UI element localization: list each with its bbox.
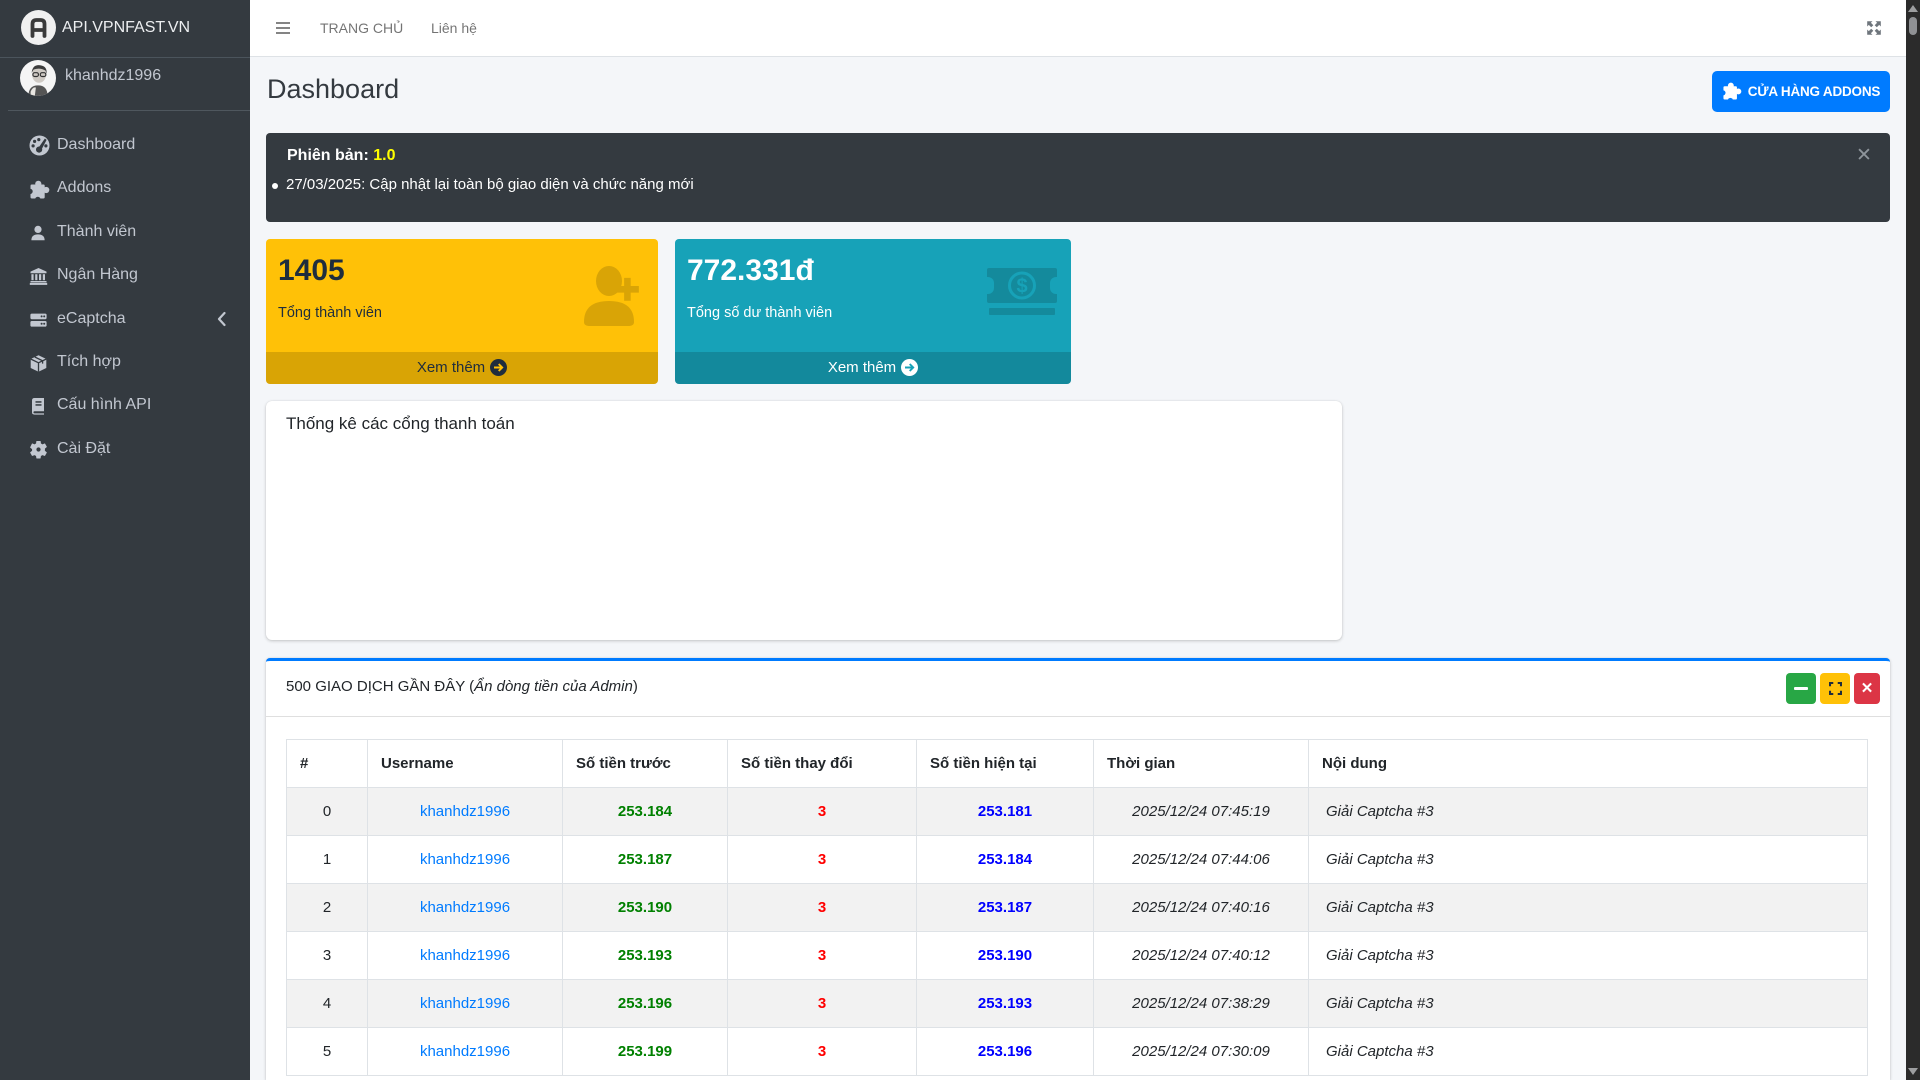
svg-text:$: $ — [1016, 276, 1027, 298]
